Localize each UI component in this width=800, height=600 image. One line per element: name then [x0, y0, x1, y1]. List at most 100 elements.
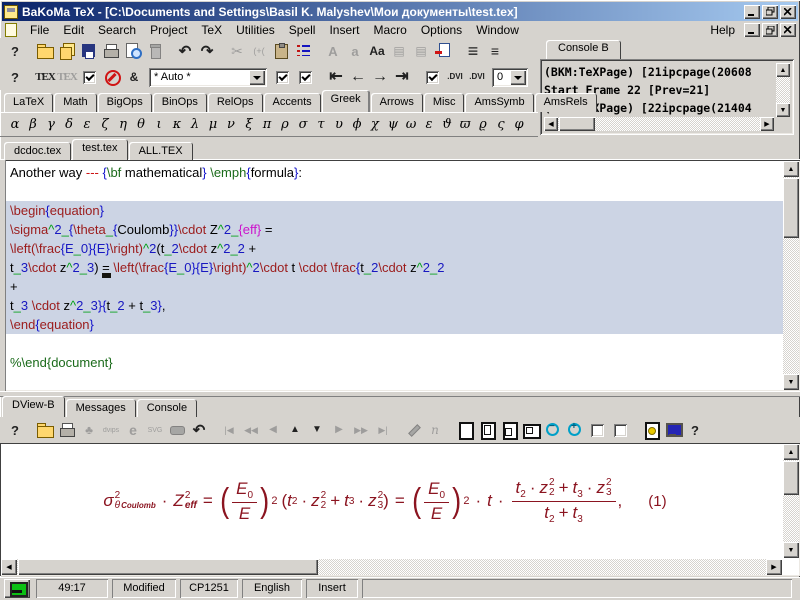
console-tab[interactable]: Console B: [546, 40, 621, 59]
dropdown-arrow-icon[interactable]: [249, 70, 265, 85]
greek-symbol-18[interactable]: υ: [330, 114, 348, 135]
mdi-close-button[interactable]: [780, 23, 796, 37]
greek-symbol-3[interactable]: δ: [60, 114, 78, 135]
tab-accents[interactable]: Accents: [264, 93, 321, 112]
save-file-button[interactable]: [78, 40, 100, 62]
view-check-1-checkbox[interactable]: [591, 424, 604, 437]
panel-tab-dview-b[interactable]: DView-B: [2, 396, 65, 417]
greek-symbol-8[interactable]: ι: [150, 114, 168, 135]
undo-button[interactable]: ↶: [174, 40, 196, 62]
app-icon[interactable]: [4, 5, 18, 19]
panel-tab-console[interactable]: Console: [137, 399, 197, 417]
greek-symbol-9[interactable]: κ: [168, 114, 186, 135]
greek-symbol-2[interactable]: γ: [42, 114, 60, 135]
greek-symbol-17[interactable]: τ: [312, 114, 330, 135]
greek-symbol-26[interactable]: ϱ: [474, 114, 492, 135]
menu-options[interactable]: Options: [414, 22, 469, 38]
doc-tab-all-tex[interactable]: ALL.TEX: [129, 142, 193, 160]
tab-greek[interactable]: Greek: [322, 90, 370, 112]
greek-symbol-16[interactable]: σ: [294, 114, 312, 135]
run-tex-button[interactable]: TEX: [34, 66, 56, 88]
greek-symbol-4[interactable]: ε: [78, 114, 96, 135]
doc-tab-dcdoc-tex[interactable]: dcdoc.tex: [4, 142, 71, 160]
scroll-up-icon[interactable]: ▲: [776, 63, 790, 77]
prev-error-button[interactable]: ←: [347, 66, 369, 88]
toggle-case-button[interactable]: Aa: [366, 40, 388, 62]
scroll-down-button[interactable]: ▼: [306, 419, 328, 441]
context-help-button[interactable]: ?: [684, 419, 706, 441]
menu-macro[interactable]: Macro: [366, 22, 413, 38]
greek-symbol-24[interactable]: ϑ: [438, 114, 456, 135]
scroll-thumb[interactable]: [783, 178, 799, 238]
redo-button[interactable]: ↷: [196, 40, 218, 62]
help-button[interactable]: ?: [4, 40, 26, 62]
scroll-up-icon[interactable]: ▲: [783, 161, 799, 177]
greek-symbol-6[interactable]: η: [114, 114, 132, 135]
editor-vertical-scrollbar[interactable]: ▲ ▼: [783, 161, 799, 390]
page-combo[interactable]: 0: [492, 68, 528, 87]
table-tool-button[interactable]: &: [123, 66, 145, 88]
tab-relops[interactable]: RelOps: [208, 93, 263, 112]
menu-file[interactable]: File: [23, 22, 56, 38]
restore-button[interactable]: [762, 5, 778, 19]
menu-insert[interactable]: Insert: [322, 22, 366, 38]
back-link-button[interactable]: ↶: [188, 419, 210, 441]
option-check-1-checkbox[interactable]: [276, 71, 289, 84]
open-project-files-button[interactable]: [56, 40, 78, 62]
scroll-down-icon[interactable]: ▼: [783, 542, 799, 558]
scroll-left-icon[interactable]: ◀: [1, 559, 17, 575]
mdi-restore-button[interactable]: [762, 23, 778, 37]
greek-symbol-5[interactable]: ζ: [96, 114, 114, 135]
greek-symbol-14[interactable]: π: [258, 114, 276, 135]
justify-paragraph-button[interactable]: ≡: [462, 40, 484, 62]
menu-help[interactable]: Help: [703, 22, 742, 38]
first-error-button[interactable]: ⇤: [325, 66, 347, 88]
minimize-button[interactable]: [744, 5, 760, 19]
dvi-forward-search-button[interactable]: .DVI: [466, 66, 488, 88]
paste-special-button[interactable]: [270, 40, 292, 62]
tab-misc[interactable]: Misc: [424, 93, 465, 112]
greek-symbol-13[interactable]: ξ: [240, 114, 258, 135]
doc-tab-test-tex[interactable]: test.tex: [72, 139, 127, 160]
greek-symbol-11[interactable]: μ: [204, 114, 222, 135]
view-check-2-checkbox[interactable]: [614, 424, 627, 437]
break-tex-button[interactable]: [101, 66, 123, 88]
mdi-minimize-button[interactable]: [744, 23, 760, 37]
close-button[interactable]: [780, 5, 796, 19]
scroll-left-icon[interactable]: ◀: [544, 117, 558, 131]
scroll-thumb[interactable]: [783, 461, 799, 495]
fit-page-button[interactable]: [476, 419, 498, 441]
greek-symbol-12[interactable]: ν: [222, 114, 240, 135]
scroll-down-icon[interactable]: ▼: [776, 103, 790, 117]
greek-symbol-21[interactable]: ψ: [384, 114, 402, 135]
justify-document-button[interactable]: ≡: [484, 40, 506, 62]
scroll-up-button[interactable]: ▲: [284, 419, 306, 441]
preview-vertical-scrollbar[interactable]: ▲ ▼: [783, 444, 799, 558]
greek-symbol-0[interactable]: α: [6, 114, 24, 135]
scroll-right-icon[interactable]: ▶: [760, 117, 774, 131]
greek-symbol-20[interactable]: χ: [366, 114, 384, 135]
display-setup-button[interactable]: [662, 419, 684, 441]
greek-symbol-19[interactable]: ϕ: [348, 114, 366, 135]
zoom-out-button[interactable]: [542, 419, 564, 441]
greek-symbol-25[interactable]: ϖ: [456, 114, 474, 135]
greek-symbol-23[interactable]: ε: [420, 114, 438, 135]
actual-size-button[interactable]: [454, 419, 476, 441]
tab-binops[interactable]: BinOps: [153, 93, 207, 112]
goto-line-button[interactable]: [432, 40, 454, 62]
console-vertical-scrollbar[interactable]: ▲ ▼: [776, 63, 790, 117]
greek-symbol-28[interactable]: φ: [510, 114, 528, 135]
console-horizontal-scrollbar[interactable]: ◀ ▶: [544, 117, 774, 131]
tab-bigops[interactable]: BigOps: [98, 93, 152, 112]
dvi-print-button[interactable]: [56, 419, 78, 441]
greek-symbol-1[interactable]: β: [24, 114, 42, 135]
greek-symbol-10[interactable]: λ: [186, 114, 204, 135]
dvi-search-button[interactable]: .DVI: [444, 66, 466, 88]
dvi-help-button[interactable]: ?: [4, 419, 26, 441]
document-properties-button[interactable]: [640, 419, 662, 441]
find-in-files-button[interactable]: [122, 40, 144, 62]
tex-help-button[interactable]: ?: [4, 66, 26, 88]
tab-amssymb[interactable]: AmsSymb: [465, 93, 533, 112]
greek-symbol-15[interactable]: ρ: [276, 114, 294, 135]
preview-horizontal-scrollbar[interactable]: ◀ ▶: [1, 559, 782, 575]
